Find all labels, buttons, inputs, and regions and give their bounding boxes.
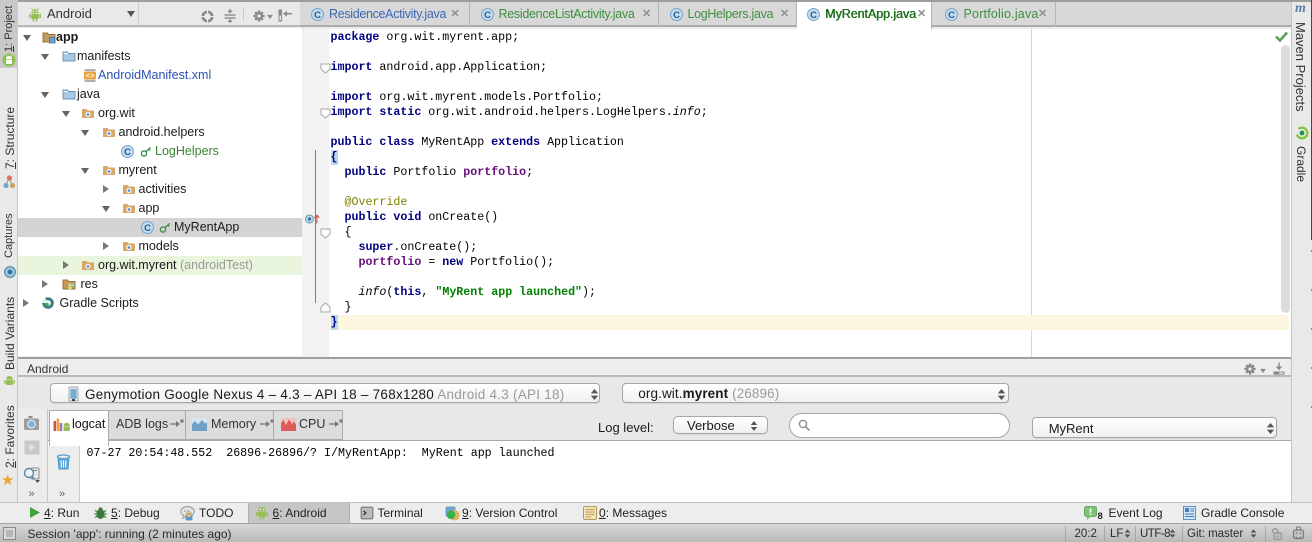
svg-text:<>: <> bbox=[85, 73, 95, 81]
